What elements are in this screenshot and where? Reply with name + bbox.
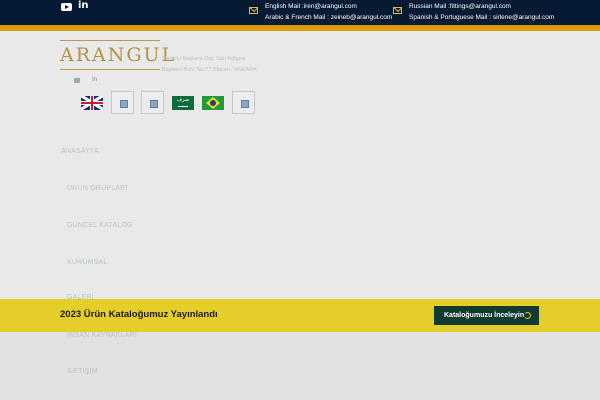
logo-text: ARANGUL [60,44,177,66]
nav-item-urun-gruplari[interactable]: ÜRÜN GRUPLARI [67,185,128,192]
mail-group-left: English Mail :iren@arangul.com Arabic & … [249,1,392,23]
social-links-secondary: in [74,77,97,84]
top-bar: in English Mail :iren@arangul.com Arabic… [0,0,600,25]
language-selector: صرف [80,91,260,115]
address-line-1: Malıköy Başkent Org. San Bölgesi [162,56,246,62]
social-links: in [61,1,89,11]
brazil-flag-icon[interactable] [202,96,224,110]
arrow-circle-icon [524,312,531,319]
youtube-icon[interactable] [74,78,80,83]
address-line-2: Başkent Bulv. No:77 Sincan / ANKARA [162,67,257,73]
saudi-flag-icon[interactable]: صرف [172,96,194,110]
accent-strip [0,25,600,31]
nav-item-kurumsal[interactable]: KURUMSAL [67,259,108,266]
nav-item-guncel-katalog[interactable]: GÜNCEL KATALOG [67,222,133,229]
youtube-icon[interactable] [61,2,72,11]
nav-item-insan-kaynaklari[interactable]: İNSAN KAYNAKLARI [67,332,137,339]
banner-text: 2023 Ürün Kataloğumuz Yayınlandı [60,309,218,320]
mail-icon [249,7,258,14]
nav-item-anasayfa[interactable]: ANASAYFA [61,148,99,155]
view-catalog-button[interactable]: Kataloğumuzu İnceleyin [434,306,539,325]
mail-icon [393,7,402,14]
linkedin-icon[interactable]: in [92,77,97,84]
mail-russian[interactable]: Russian Mail :fittings@arangul.com [409,1,554,12]
linkedin-icon[interactable]: in [78,1,89,11]
page-body [0,332,600,400]
logo[interactable]: ARANGUL [60,40,177,70]
view-catalog-label: Kataloğumuzu İnceleyin [444,312,525,319]
nav-item-iletisim[interactable]: İLETİŞİM [67,368,98,375]
announcement-banner: 2023 Ürün Kataloğumuz Yayınlandı Kataloğ… [0,299,600,332]
english-flag-icon[interactable] [81,96,103,110]
mail-arabic-french[interactable]: Arabic & French Mail : zeineb@arangul.co… [265,12,392,23]
address: Malıköy Başkent Org. San Bölgesi Başkent… [162,54,257,76]
mail-spanish-portuguese[interactable]: Spanish & Portuguese Mail : sirlene@aran… [409,12,554,23]
language-placeholder-icon[interactable] [141,91,164,114]
language-placeholder-icon[interactable] [111,91,134,114]
mail-english[interactable]: English Mail :iren@arangul.com [265,1,392,12]
mail-group-right: Russian Mail :fittings@arangul.com Spani… [393,1,554,23]
language-placeholder-icon[interactable] [232,91,255,114]
